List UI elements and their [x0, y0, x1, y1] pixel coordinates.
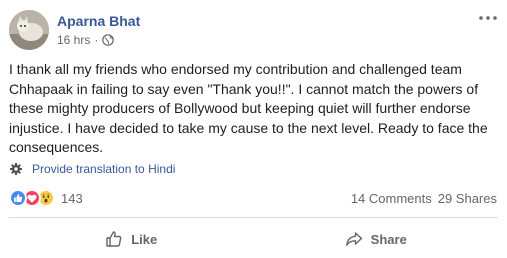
like-label: Like — [131, 231, 158, 247]
globe-icon[interactable] — [102, 34, 115, 46]
post-body-line: these mighty producers of Bollywood but … — [9, 100, 471, 117]
gear-icon — [10, 163, 22, 175]
reactions-count: 143 — [61, 190, 83, 206]
like-reaction-icon — [9, 189, 27, 207]
post-actions-bar: Like Share — [9, 222, 498, 256]
share-label: Share — [370, 231, 407, 247]
translate-link[interactable]: Provide translation to Hindi — [10, 162, 175, 176]
share-arrow-icon — [345, 232, 362, 246]
post-timestamp[interactable]: 16 hrs — [57, 33, 90, 47]
comments-count-link[interactable]: 14 Comments — [351, 191, 432, 206]
post-body-line: Chhapaak in failing to say even "Thank y… — [9, 80, 479, 97]
share-button[interactable]: Share — [254, 222, 499, 256]
more-horizontal-icon — [479, 16, 497, 20]
more-options-button[interactable] — [477, 10, 499, 26]
meta-separator: · — [94, 33, 99, 47]
avatar[interactable] — [9, 10, 49, 50]
shares-count-link[interactable]: 29 Shares — [438, 191, 497, 206]
translate-label: Provide translation to Hindi — [32, 162, 176, 176]
thumbs-up-icon — [106, 231, 122, 247]
post-body-line: injustice. I have decided to take my cau… — [9, 119, 488, 136]
engagement-stats: 14 Comments 29 Shares — [351, 191, 497, 206]
actions-divider — [9, 217, 498, 218]
like-button[interactable]: Like — [9, 222, 254, 256]
post-body-line: consequences. — [9, 139, 104, 156]
post-meta: 16 hrs · — [57, 33, 115, 47]
avatar-photo — [9, 10, 49, 50]
post-body-line: I thank all my friends who endorsed my c… — [9, 61, 462, 77]
reactions-summary[interactable]: 143 — [9, 189, 83, 207]
author-name[interactable]: Aparna Bhat — [57, 13, 140, 29]
facebook-post: Aparna Bhat 16 hrs · I thank all my frie… — [0, 0, 507, 258]
post-body: I thank all my friends who endorsed my c… — [9, 60, 499, 158]
